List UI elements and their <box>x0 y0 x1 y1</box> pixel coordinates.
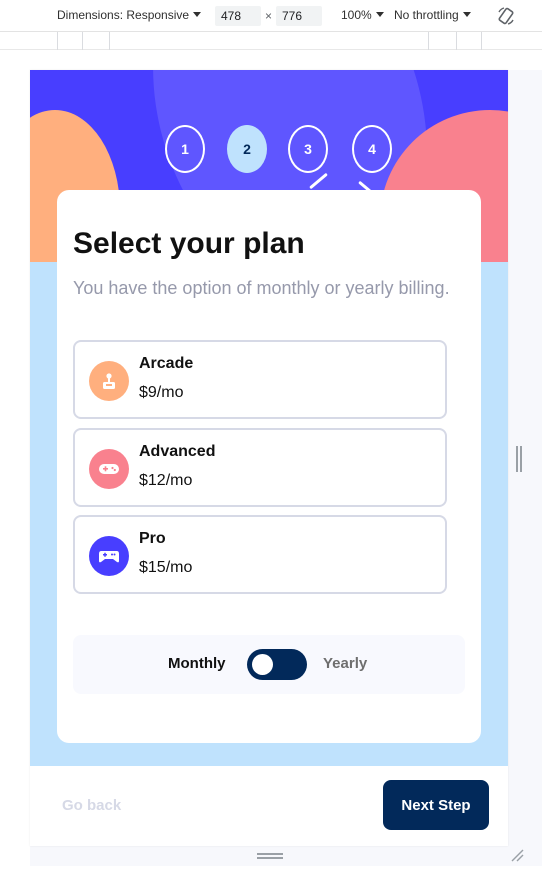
caret-down-icon <box>193 12 202 17</box>
width-input[interactable]: 478 <box>215 6 261 26</box>
throttling-label: No throttling <box>394 8 459 22</box>
plan-option-arcade[interactable]: Arcade $9/mo <box>73 340 447 419</box>
page-title: Select your plan <box>73 227 305 260</box>
devtools-toolbar: Dimensions: Responsive 478 × 776 100% No… <box>0 0 542 32</box>
caret-down-icon <box>462 12 471 17</box>
plan-card: Select your plan You have the option of … <box>57 190 481 743</box>
resize-grip-icon <box>516 446 522 472</box>
plan-price: $15/mo <box>139 559 193 576</box>
plan-option-pro[interactable]: Pro $15/mo <box>73 515 447 594</box>
step-4[interactable]: 4 <box>352 125 392 173</box>
corner-resize-icon[interactable] <box>510 848 524 862</box>
billing-toggle-row: Monthly Yearly <box>73 635 465 694</box>
zoom-label: 100% <box>341 8 372 22</box>
form-footer: Go back Next Step <box>30 766 508 846</box>
dimensions-label: Dimensions: Responsive <box>57 8 190 22</box>
dimension-separator: × <box>265 9 273 23</box>
resize-handle-right[interactable] <box>508 70 542 866</box>
resize-grip-icon <box>257 853 283 859</box>
plan-name: Pro <box>139 530 166 547</box>
plan-price: $9/mo <box>139 384 184 401</box>
arcade-icon <box>89 361 129 401</box>
height-input[interactable]: 776 <box>276 6 322 26</box>
throttling-dropdown[interactable]: No throttling <box>394 8 471 22</box>
step-indicators: 1 2 3 4 <box>30 125 508 175</box>
page-subtitle: You have the option of monthly or yearly… <box>73 278 450 298</box>
toggle-knob <box>252 654 273 675</box>
monthly-label[interactable]: Monthly <box>168 655 226 672</box>
yearly-label[interactable]: Yearly <box>323 655 367 672</box>
go-back-button[interactable]: Go back <box>62 797 121 814</box>
step-1[interactable]: 1 <box>165 125 205 173</box>
plan-price: $12/mo <box>139 472 193 489</box>
rotate-icon[interactable] <box>496 6 516 26</box>
caret-down-icon <box>375 12 384 17</box>
controller-icon <box>89 536 129 576</box>
plan-option-advanced[interactable]: Advanced $12/mo <box>73 428 447 507</box>
zoom-dropdown[interactable]: 100% <box>341 8 384 22</box>
billing-toggle-switch[interactable] <box>247 649 307 680</box>
next-step-button[interactable]: Next Step <box>383 780 489 830</box>
dimensions-dropdown[interactable]: Dimensions: Responsive <box>57 8 202 22</box>
plan-name: Arcade <box>139 355 194 372</box>
step-2[interactable]: 2 <box>227 125 267 173</box>
plan-name: Advanced <box>139 443 216 460</box>
gamepad-icon <box>89 449 129 489</box>
step-3[interactable]: 3 <box>288 125 328 173</box>
media-query-ruler <box>0 32 542 50</box>
multi-step-form-page: 1 2 3 4 Select your plan You have the op… <box>30 70 508 846</box>
